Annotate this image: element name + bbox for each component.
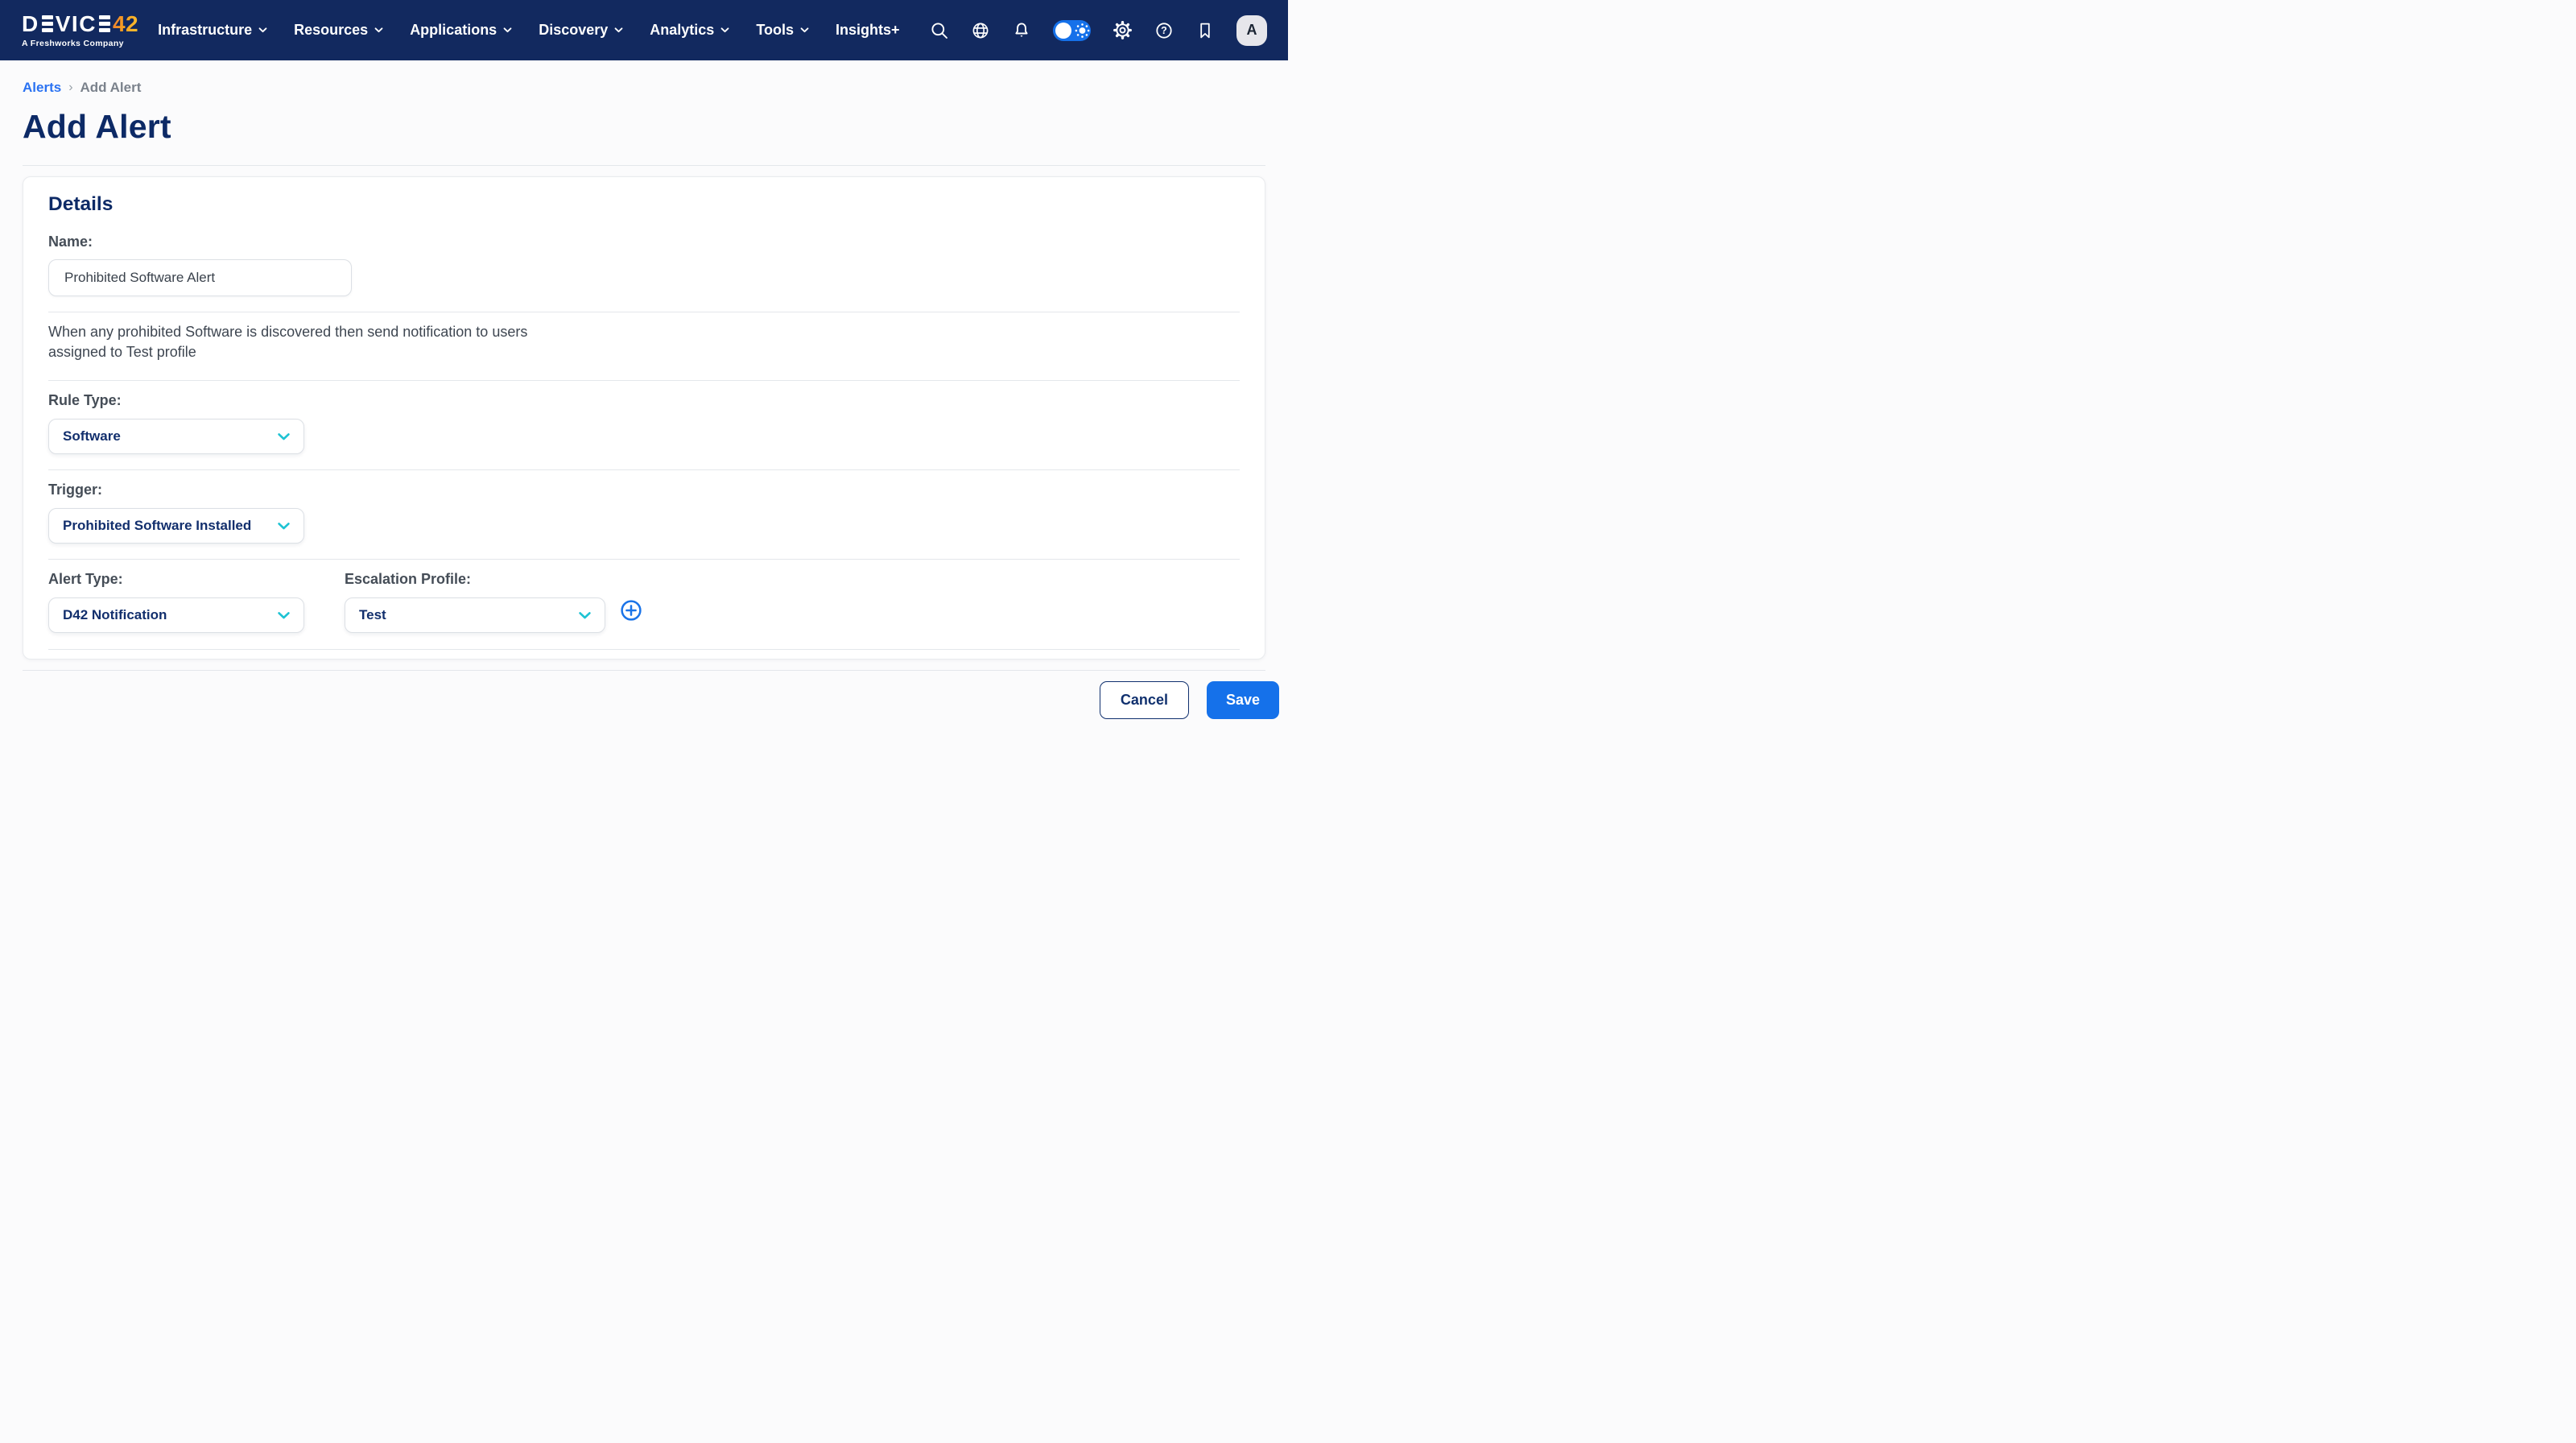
trigger-label: Trigger: [48, 482, 103, 498]
breadcrumb-alerts-link[interactable]: Alerts [23, 80, 61, 96]
nav-item-label: Infrastructure [158, 22, 253, 38]
chevron-down-icon [278, 611, 290, 618]
page-title: Add Alert [23, 108, 171, 145]
chevron-down-icon [278, 522, 290, 529]
name-label: Name: [48, 234, 93, 250]
nav-item-label: Applications [410, 22, 497, 38]
chevron-down-icon [503, 27, 512, 33]
chevron-down-icon [278, 432, 290, 440]
help-icon: ? [1156, 22, 1172, 39]
plus-circle-icon [621, 600, 642, 621]
logo-letter: C [79, 10, 97, 36]
svg-text:?: ? [1161, 25, 1167, 36]
top-navbar: D V I C 42 A Freshworks Company Infrastructu… [0, 0, 1288, 60]
settings-button[interactable] [1113, 20, 1133, 40]
logo-letter-e [41, 15, 53, 32]
nav-item-label: Tools [756, 22, 794, 38]
divider [48, 380, 1240, 381]
escalation-profile-column: Escalation Profile: Test [345, 571, 642, 633]
nav-item-label: Discovery [539, 22, 609, 38]
form-actions: Cancel Save [0, 681, 1279, 719]
cancel-button[interactable]: Cancel [1099, 681, 1189, 719]
details-section-title: Details [48, 193, 114, 215]
notifications-bell-icon [1015, 22, 1028, 37]
logo-letter: I [71, 10, 80, 36]
nav-item-label: Insights+ [835, 22, 900, 38]
logo-tagline: A Freshworks Company [22, 38, 124, 48]
trigger-select[interactable]: Prohibited Software Installed [48, 508, 304, 544]
rule-type-select[interactable]: Software [48, 419, 304, 454]
escalation-profile-select[interactable]: Test [345, 597, 605, 633]
globe-language-button[interactable] [971, 21, 990, 40]
chevron-down-icon [720, 27, 729, 33]
footer-divider [23, 670, 1265, 671]
page-content: Alerts › Add Alert Add Alert Details Nam… [0, 80, 1288, 659]
title-divider [23, 165, 1265, 166]
device42-logo[interactable]: D V I C 42 A Freshworks Company [22, 10, 139, 48]
alert-type-label: Alert Type: [48, 571, 123, 587]
alert-details-card: Details Name: When any prohibited Softwa… [23, 176, 1265, 659]
alert-type-escalation-row: Alert Type: D42 Notification Escalation … [48, 571, 1240, 633]
nav-item-insights-[interactable]: Insights+ [836, 22, 900, 39]
logo-number: 42 [112, 10, 139, 36]
navbar-actions: ? A [930, 14, 1267, 46]
rule-type-label: Rule Type: [48, 392, 122, 408]
name-input[interactable] [48, 259, 352, 296]
alert-description: When any prohibited Software is discover… [48, 324, 528, 360]
help-button[interactable]: ? [1154, 21, 1174, 40]
logo-letter-e [98, 15, 110, 32]
globe-icon [972, 23, 989, 38]
nav-item-label: Analytics [650, 22, 715, 38]
divider [48, 649, 1240, 650]
main-nav-menu: Infrastructure Resources Applications Disco… [158, 22, 899, 39]
chevron-down-icon [579, 611, 591, 618]
theme-toggle[interactable] [1053, 19, 1091, 41]
logo-wordmark: D V I C 42 [22, 10, 139, 36]
nav-item-analytics[interactable]: Analytics [650, 22, 729, 39]
chevron-down-icon [614, 27, 623, 33]
bookmark-icon [1200, 23, 1210, 38]
search-icon [931, 22, 947, 39]
breadcrumb: Alerts › Add Alert [23, 80, 1265, 96]
breadcrumb-current: Add Alert [80, 80, 142, 95]
user-avatar[interactable]: A [1236, 14, 1267, 46]
notifications-button[interactable] [1012, 21, 1031, 40]
nav-item-label: Resources [294, 22, 369, 38]
breadcrumb-separator: › [68, 81, 73, 94]
toggle-knob [1055, 22, 1071, 39]
alert-type-select[interactable]: D42 Notification [48, 597, 304, 633]
alert-type-column: Alert Type: D42 Notification [48, 571, 345, 633]
escalation-profile-label: Escalation Profile: [345, 571, 472, 587]
nav-item-resources[interactable]: Resources [294, 22, 383, 39]
add-escalation-profile-button[interactable] [620, 599, 642, 622]
nav-item-discovery[interactable]: Discovery [539, 22, 623, 39]
settings-gear-icon [1113, 21, 1132, 39]
chevron-down-icon [258, 27, 267, 33]
logo-letter: D [22, 10, 39, 36]
nav-item-tools[interactable]: Tools [756, 22, 809, 39]
nav-item-infrastructure[interactable]: Infrastructure [158, 22, 267, 39]
divider [48, 559, 1240, 560]
save-button[interactable]: Save [1206, 681, 1279, 719]
chevron-down-icon [800, 27, 809, 33]
search-button[interactable] [930, 21, 949, 40]
logo-letter: V [55, 10, 72, 36]
chevron-down-icon [374, 27, 383, 33]
bookmark-button[interactable] [1195, 21, 1215, 40]
divider [48, 469, 1240, 470]
nav-item-applications[interactable]: Applications [410, 22, 512, 39]
